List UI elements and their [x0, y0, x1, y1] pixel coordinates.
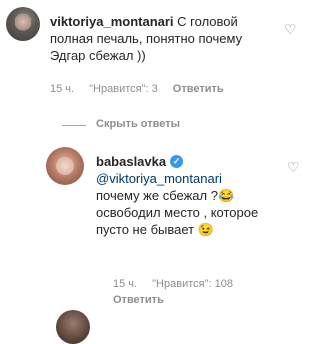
comment-2-likes[interactable]: "Нравится": 108	[152, 278, 233, 290]
comment-2-text: почему же сбежал ?😂 освободил место , ко…	[96, 188, 259, 237]
hide-replies-button[interactable]: Скрыть ответы	[96, 118, 180, 130]
comment-2-meta: 15 ч. "Нравится": 108	[113, 277, 245, 291]
avatar-viktoriya-montanari[interactable]	[6, 7, 40, 41]
comment-2-username[interactable]: babaslavka	[96, 153, 166, 170]
comment-1-likes[interactable]: "Нравится": 3	[89, 83, 158, 95]
comment-1-username[interactable]: viktoriya_montanari	[50, 14, 174, 29]
comment-2-meta-reply: Ответить	[113, 293, 176, 307]
comment-2-reply-button[interactable]: Ответить	[113, 294, 164, 306]
avatar-babaslavka[interactable]	[46, 147, 84, 185]
heart-outline-icon[interactable]: ♡	[284, 22, 297, 36]
verified-badge-icon: ✓	[170, 155, 184, 168]
comment-1-time[interactable]: 15 ч.	[50, 83, 74, 95]
comment-1-meta: 15 ч. "Нравится": 3 Ответить	[50, 82, 236, 96]
comment-2-time[interactable]: 15 ч.	[113, 278, 137, 290]
heart-outline-icon[interactable]: ♡	[287, 160, 300, 174]
avatar-next-reply[interactable]	[56, 310, 90, 344]
comment-1-reply-button[interactable]: Ответить	[173, 83, 224, 95]
comment-2-mention[interactable]: @viktoriya_montanari	[96, 171, 222, 186]
hide-replies-line	[62, 125, 86, 126]
comment-1: viktoriya_montanari С головой полная печ…	[50, 13, 275, 64]
comment-2: babaslavka ✓ @viktoriya_montanari почему…	[96, 153, 271, 238]
